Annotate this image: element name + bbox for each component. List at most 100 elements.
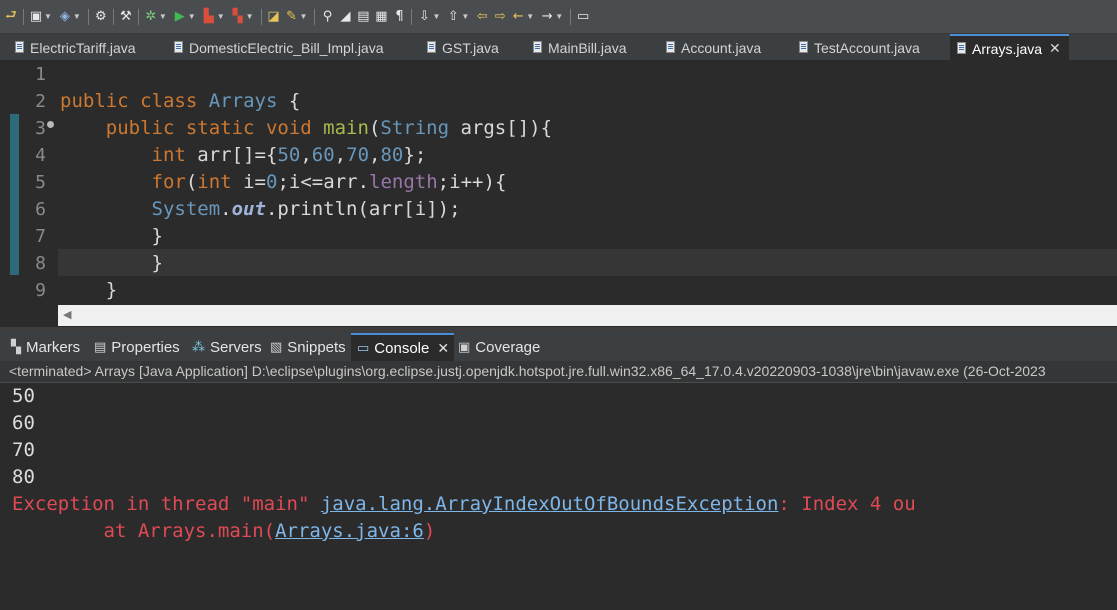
java-file-icon [799, 40, 808, 53]
run-external-icon[interactable]: ▙ [201, 6, 217, 28]
search-icon[interactable]: ⚲ [319, 6, 335, 28]
editor-tab-testaccount[interactable]: TestAccount.java [799, 34, 920, 61]
stack-trace-line: at Arrays.main(Arrays.java:6) [12, 518, 436, 545]
exception-line: Exception in thread "main" java.lang.Arr… [12, 491, 916, 518]
scroll-left-icon[interactable]: ◀ [63, 308, 71, 321]
code-token: for [151, 171, 186, 193]
quick-access-icon[interactable]: ⮐ [3, 6, 19, 28]
code-token: public [60, 90, 129, 112]
chevron-down-icon[interactable]: ▼ [432, 12, 440, 21]
editor-tab-domesticelectric[interactable]: DomesticElectric_Bill_Impl.java [174, 34, 384, 61]
toggle-mark-icon[interactable]: ◢ [337, 6, 353, 28]
editor-tab-label: TestAccount.java [814, 39, 920, 56]
java-file-icon [174, 40, 183, 53]
chevron-down-icon[interactable]: ▼ [188, 12, 196, 21]
coverage-icon[interactable]: ▚ [230, 6, 246, 28]
chevron-down-icon[interactable]: ▼ [246, 12, 254, 21]
toolbar-separator [314, 8, 316, 25]
tab-markers[interactable]: ▚ Markers [11, 333, 80, 361]
stack-trace-link[interactable]: Arrays.java:6 [275, 520, 424, 542]
save-icon[interactable]: ◈ [57, 6, 73, 28]
code-line[interactable]: public static void main(String args[]){ [60, 115, 552, 142]
code-token: 0 [265, 171, 278, 193]
block-selection-icon[interactable]: ▦ [373, 6, 389, 28]
editor-tab-label: GST.java [442, 39, 499, 56]
prev-annotation-icon[interactable]: ⇧ [445, 6, 461, 28]
print-icon[interactable]: ⚙ [93, 6, 109, 28]
editor-tab-label: ElectricTariff.java [30, 39, 136, 56]
coverage-icon: ▣ [458, 339, 471, 355]
debug-icon[interactable]: ✲ [143, 6, 159, 28]
run-icon[interactable]: ▶ [172, 6, 188, 28]
horizontal-scrollbar[interactable]: ◀ [58, 305, 1117, 326]
console-output[interactable]: 50 60 70 80 Exception in thread "main" j… [0, 383, 1117, 610]
chevron-down-icon[interactable]: ▼ [461, 12, 469, 21]
chevron-down-icon[interactable]: ▼ [159, 12, 167, 21]
line-number: 5 [35, 172, 46, 193]
code-line[interactable]: for(int i=0;i<=arr.length;i++){ [60, 169, 507, 196]
code-line[interactable]: public class Arrays { [60, 88, 300, 115]
annotations-icon[interactable]: ▤ [355, 6, 371, 28]
chevron-down-icon[interactable]: ▼ [526, 12, 534, 21]
code-token: 50 [277, 144, 301, 166]
line-number: 7 [35, 226, 46, 247]
tab-snippets[interactable]: ▧ Snippets [270, 333, 346, 361]
code-token: 70 [346, 144, 370, 166]
code-token: static [185, 117, 255, 139]
editor-tab-label: Account.java [681, 39, 762, 56]
code-token: int [151, 144, 186, 166]
code-line[interactable]: } [60, 250, 163, 277]
code-token: void [265, 117, 312, 139]
code-token: 80 [380, 144, 404, 166]
next-edit-icon[interactable]: ⇨ [492, 6, 508, 28]
chevron-down-icon[interactable]: ▼ [217, 12, 225, 21]
code-line[interactable]: int arr[]={50,60,70,80}; [60, 142, 427, 169]
editor-tab-gst[interactable]: GST.java [427, 34, 499, 61]
console-icon: ▭ [357, 340, 370, 356]
code-line[interactable]: } [60, 277, 117, 304]
editor-tab-arrays[interactable]: Arrays.java ✕ [950, 34, 1069, 61]
tab-properties[interactable]: ▤ Properties [94, 333, 180, 361]
console-output-line: 60 [12, 412, 35, 434]
chevron-down-icon[interactable]: ▼ [555, 12, 563, 21]
editor-tab-electrictariff[interactable]: ElectricTariff.java [15, 34, 136, 61]
code-token: out [231, 198, 266, 220]
code-token: String [380, 117, 450, 139]
tab-console[interactable]: ▭ Console ✕ [351, 333, 455, 361]
open-type-icon[interactable]: ◪ [266, 6, 282, 28]
last-edit-icon[interactable]: ⇦ [474, 6, 490, 28]
new-icon[interactable]: ▣ [28, 6, 44, 28]
code-line[interactable]: } [60, 223, 163, 250]
view-tab-bar: ▚ Markers ▤ Properties ⁂ Servers ▧ Snippets … [0, 333, 1117, 361]
tab-servers[interactable]: ⁂ Servers [192, 333, 262, 361]
close-icon[interactable]: ✕ [1049, 40, 1061, 57]
tab-label: Markers [26, 338, 81, 356]
next-annotation-icon[interactable]: ⇩ [416, 6, 432, 28]
forward-icon[interactable]: → [539, 6, 555, 28]
close-icon[interactable]: ✕ [437, 340, 449, 357]
editor-tab-label: DomesticElectric_Bill_Impl.java [189, 39, 384, 56]
stack-trace-prefix: at Arrays.main( [12, 520, 276, 542]
fold-toggle-icon[interactable] [47, 121, 54, 128]
line-number: 9 [35, 280, 46, 301]
back-icon[interactable]: ← [510, 6, 526, 28]
open-task-icon[interactable]: ✎ [284, 6, 300, 28]
console-status-line: <terminated> Arrays [Java Application] D… [0, 361, 1117, 383]
pin-editor-icon[interactable]: ▭ [575, 6, 591, 28]
chevron-down-icon[interactable]: ▼ [44, 12, 52, 21]
toolbar-separator [570, 8, 572, 25]
chevron-down-icon[interactable]: ▼ [300, 12, 308, 21]
editor-tab-mainbill[interactable]: MainBill.java [533, 34, 627, 61]
show-whitespace-icon[interactable]: ¶ [391, 6, 407, 28]
toolbar-separator [137, 8, 139, 25]
code-token: Arrays [208, 90, 278, 112]
exception-class-link[interactable]: java.lang.ArrayIndexOutOfBoundsException [321, 493, 779, 515]
code-editor[interactable]: 1 2 3 4 5 6 7 8 9 public class Arrays { … [0, 61, 1117, 327]
editor-tab-bar: ElectricTariff.java DomesticElectric_Bil… [0, 34, 1117, 61]
build-icon[interactable]: ⚒ [118, 6, 134, 28]
console-output-line: 70 [12, 439, 35, 461]
editor-tab-account[interactable]: Account.java [666, 34, 761, 61]
code-line[interactable]: System.out.println(arr[i]); [60, 196, 461, 223]
chevron-down-icon[interactable]: ▼ [73, 12, 81, 21]
tab-coverage[interactable]: ▣ Coverage [458, 333, 540, 361]
